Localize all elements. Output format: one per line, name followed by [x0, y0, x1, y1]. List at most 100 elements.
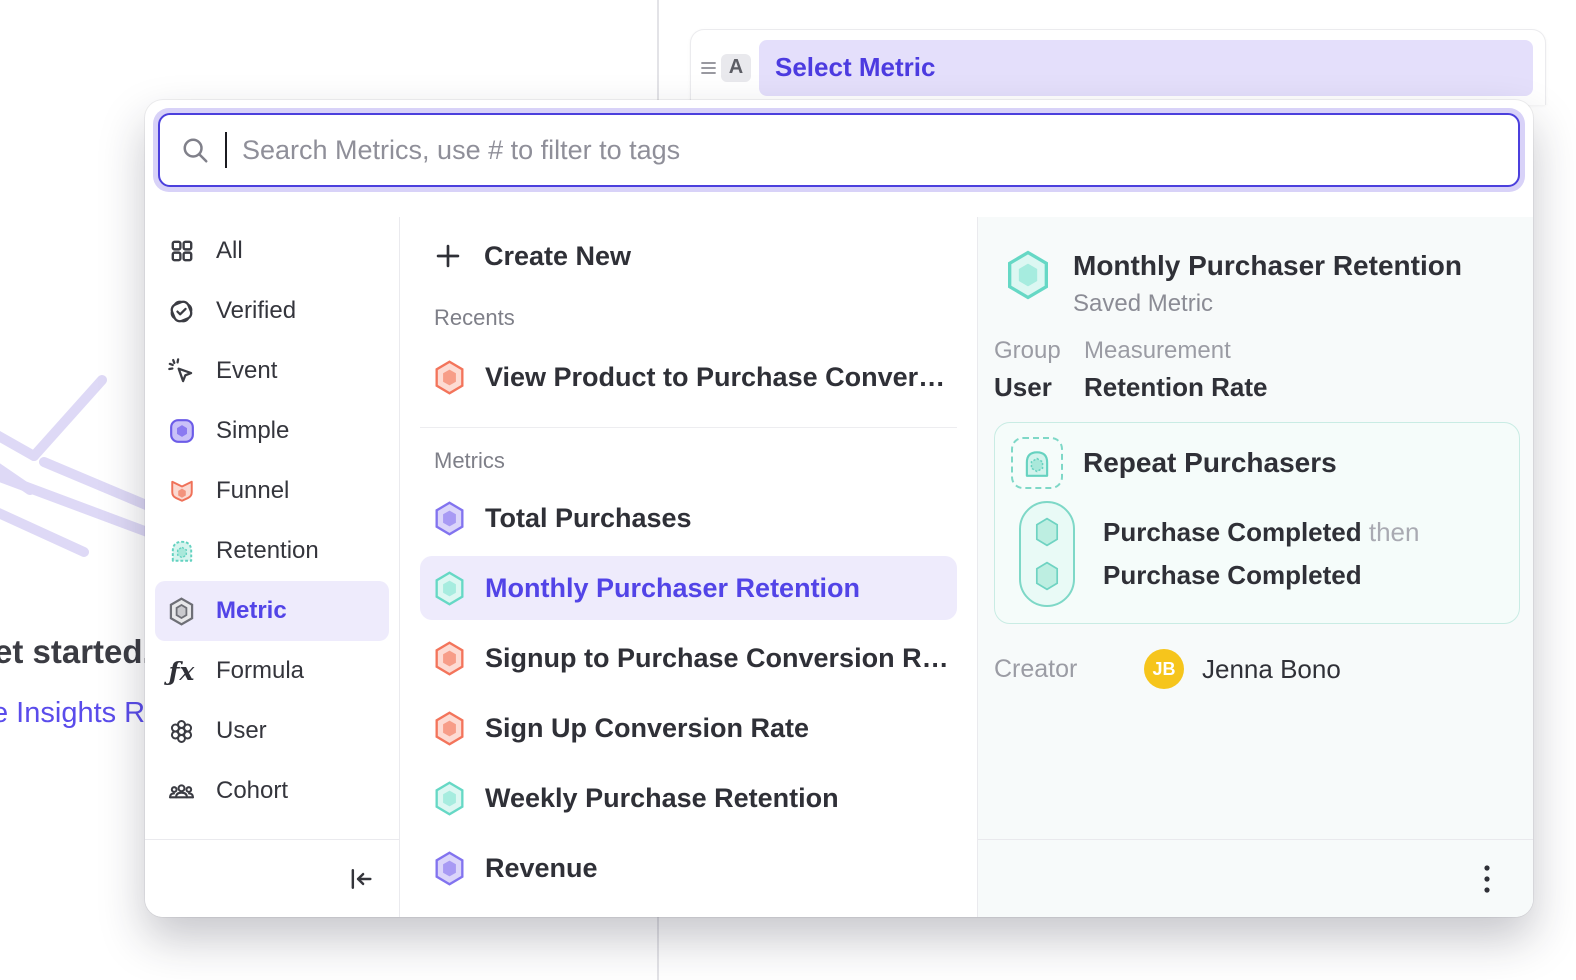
sidebar-item-retention[interactable]: Retention	[155, 521, 389, 581]
preview-subtitle: Saved Metric	[1073, 290, 1462, 318]
metric-item-label: View Product to Purchase Conversi...	[485, 362, 957, 393]
series-a-badge[interactable]: A	[721, 54, 751, 82]
formula-icon: ƒx	[168, 658, 195, 685]
sidebar-item-label: Metric	[216, 597, 287, 625]
metric-item-label: Revenue	[485, 853, 598, 884]
measurement-label: Measurement	[1084, 337, 1267, 365]
definition-title: Repeat Purchasers	[1083, 447, 1337, 479]
event-sequence-graphic	[1019, 501, 1075, 607]
metrics-heading: Metrics	[420, 448, 957, 474]
sidebar-item-all[interactable]: All	[155, 221, 389, 281]
collapse-icon	[347, 865, 375, 893]
more-options-button[interactable]	[1477, 857, 1497, 901]
search-input[interactable]: Search Metrics, use # to filter to tags	[158, 113, 1520, 187]
measurement-value: Retention Rate	[1084, 372, 1267, 403]
drag-handle-icon[interactable]	[698, 61, 718, 75]
plus-icon	[434, 242, 462, 270]
event-cursor-icon	[168, 358, 195, 385]
recents-heading: Recents	[420, 305, 957, 331]
metric-item-label: Sign Up Conversion Rate	[485, 713, 809, 744]
metric-item-label: Monthly Purchaser Retention	[485, 573, 860, 604]
verified-badge-icon	[168, 298, 195, 325]
sidebar-item-label: Formula	[216, 657, 304, 685]
select-metric-label: Select Metric	[775, 52, 935, 83]
metric-hexagon-icon	[434, 781, 465, 816]
search-bar: Search Metrics, use # to filter to tags	[153, 108, 1525, 192]
metric-item-label: Total Purchases	[485, 503, 692, 534]
background-chart-sketch	[0, 372, 160, 607]
metric-definition-card: Repeat Purchasers Purchase Completed the…	[994, 422, 1520, 624]
saved-metric-icon	[168, 598, 195, 625]
select-metric-button[interactable]: Select Metric	[759, 40, 1533, 96]
search-placeholder: Search Metrics, use # to filter to tags	[242, 135, 680, 166]
step-2-event: Purchase Completed	[1103, 560, 1362, 590]
metric-query-row: A Select Metric	[690, 29, 1546, 105]
background-insights-link-fragment[interactable]: e Insights Re	[0, 697, 161, 730]
background-headline-fragment: et started.	[0, 633, 152, 671]
metric-hexagon-icon	[434, 851, 465, 886]
preview-meta: Group User Measurement Retention Rate	[994, 337, 1267, 403]
creator-name: Jenna Bono	[1202, 654, 1341, 685]
metric-select-dialog: Search Metrics, use # to filter to tags …	[145, 100, 1533, 917]
text-caret	[225, 132, 227, 168]
metric-item[interactable]: Monthly Purchaser Retention	[420, 556, 957, 620]
sidebar-item-verified[interactable]: Verified	[155, 281, 389, 341]
sidebar-item-simple[interactable]: Simple	[155, 401, 389, 461]
step-1-event: Purchase Completed	[1103, 517, 1362, 547]
metric-item[interactable]: Revenue	[420, 836, 957, 900]
retention-metric-icon	[168, 538, 195, 565]
user-cluster-icon	[168, 718, 195, 745]
creator-avatar: JB	[1144, 649, 1184, 689]
sidebar-item-label: Event	[216, 357, 277, 385]
sidebar-footer	[145, 839, 399, 917]
event-hexagon-icon	[1034, 561, 1060, 591]
event-hexagon-icon	[1034, 517, 1060, 547]
metric-hexagon-icon	[434, 711, 465, 746]
metric-preview-panel: Monthly Purchaser Retention Saved Metric…	[978, 217, 1533, 917]
sidebar-item-label: User	[216, 717, 267, 745]
metric-item[interactable]: Signup to Purchase Conversion Rate	[420, 626, 957, 690]
metric-item-label: Weekly Purchase Retention	[485, 783, 839, 814]
metric-hexagon-icon	[434, 360, 465, 395]
results-column: Create New Recents View Product to Purch…	[400, 217, 978, 917]
group-value: User	[994, 372, 1084, 403]
sidebar-item-label: Funnel	[216, 477, 289, 505]
collapse-sidebar-button[interactable]	[347, 865, 375, 893]
create-new-button[interactable]: Create New	[420, 227, 957, 285]
metric-item[interactable]: Total Purchases	[420, 486, 957, 550]
sidebar-item-cohort[interactable]: Cohort	[155, 761, 389, 821]
preview-title: Monthly Purchaser Retention	[1073, 250, 1462, 282]
preview-footer	[978, 839, 1533, 917]
sidebar-item-label: Retention	[216, 537, 319, 565]
section-divider	[420, 427, 957, 428]
metric-item-label: Signup to Purchase Conversion Rate	[485, 643, 957, 674]
saved-metric-icon	[1006, 250, 1050, 300]
metric-item[interactable]: Weekly Purchase Retention	[420, 766, 957, 830]
metric-hexagon-icon	[434, 501, 465, 536]
cohort-definition-icon	[1011, 437, 1063, 489]
simple-metric-icon	[168, 418, 195, 445]
sidebar-item-event[interactable]: Event	[155, 341, 389, 401]
sidebar-item-metric[interactable]: Metric	[155, 581, 389, 641]
step-connector: then	[1369, 517, 1420, 547]
sidebar-item-user[interactable]: User	[155, 701, 389, 761]
kebab-menu-icon	[1483, 863, 1491, 895]
metric-hexagon-icon	[434, 571, 465, 606]
search-icon	[180, 135, 210, 165]
create-new-label: Create New	[484, 241, 631, 272]
sidebar-item-formula[interactable]: ƒx Formula	[155, 641, 389, 701]
sidebar-item-label: Verified	[216, 297, 296, 325]
group-label: Group	[994, 337, 1084, 365]
creator-row: Creator JB Jenna Bono	[994, 649, 1341, 689]
metric-hexagon-icon	[434, 641, 465, 676]
funnel-metric-icon	[168, 478, 195, 505]
recent-metric-item[interactable]: View Product to Purchase Conversi...	[420, 345, 957, 409]
sidebar-item-label: All	[216, 237, 243, 265]
sidebar-item-label: Simple	[216, 417, 289, 445]
sidebar-item-label: Cohort	[216, 777, 288, 805]
grid-icon	[168, 238, 195, 265]
sidebar-item-funnel[interactable]: Funnel	[155, 461, 389, 521]
metric-item[interactable]: Sign Up Conversion Rate	[420, 696, 957, 760]
creator-label: Creator	[994, 655, 1144, 684]
cohort-people-icon	[168, 778, 195, 805]
